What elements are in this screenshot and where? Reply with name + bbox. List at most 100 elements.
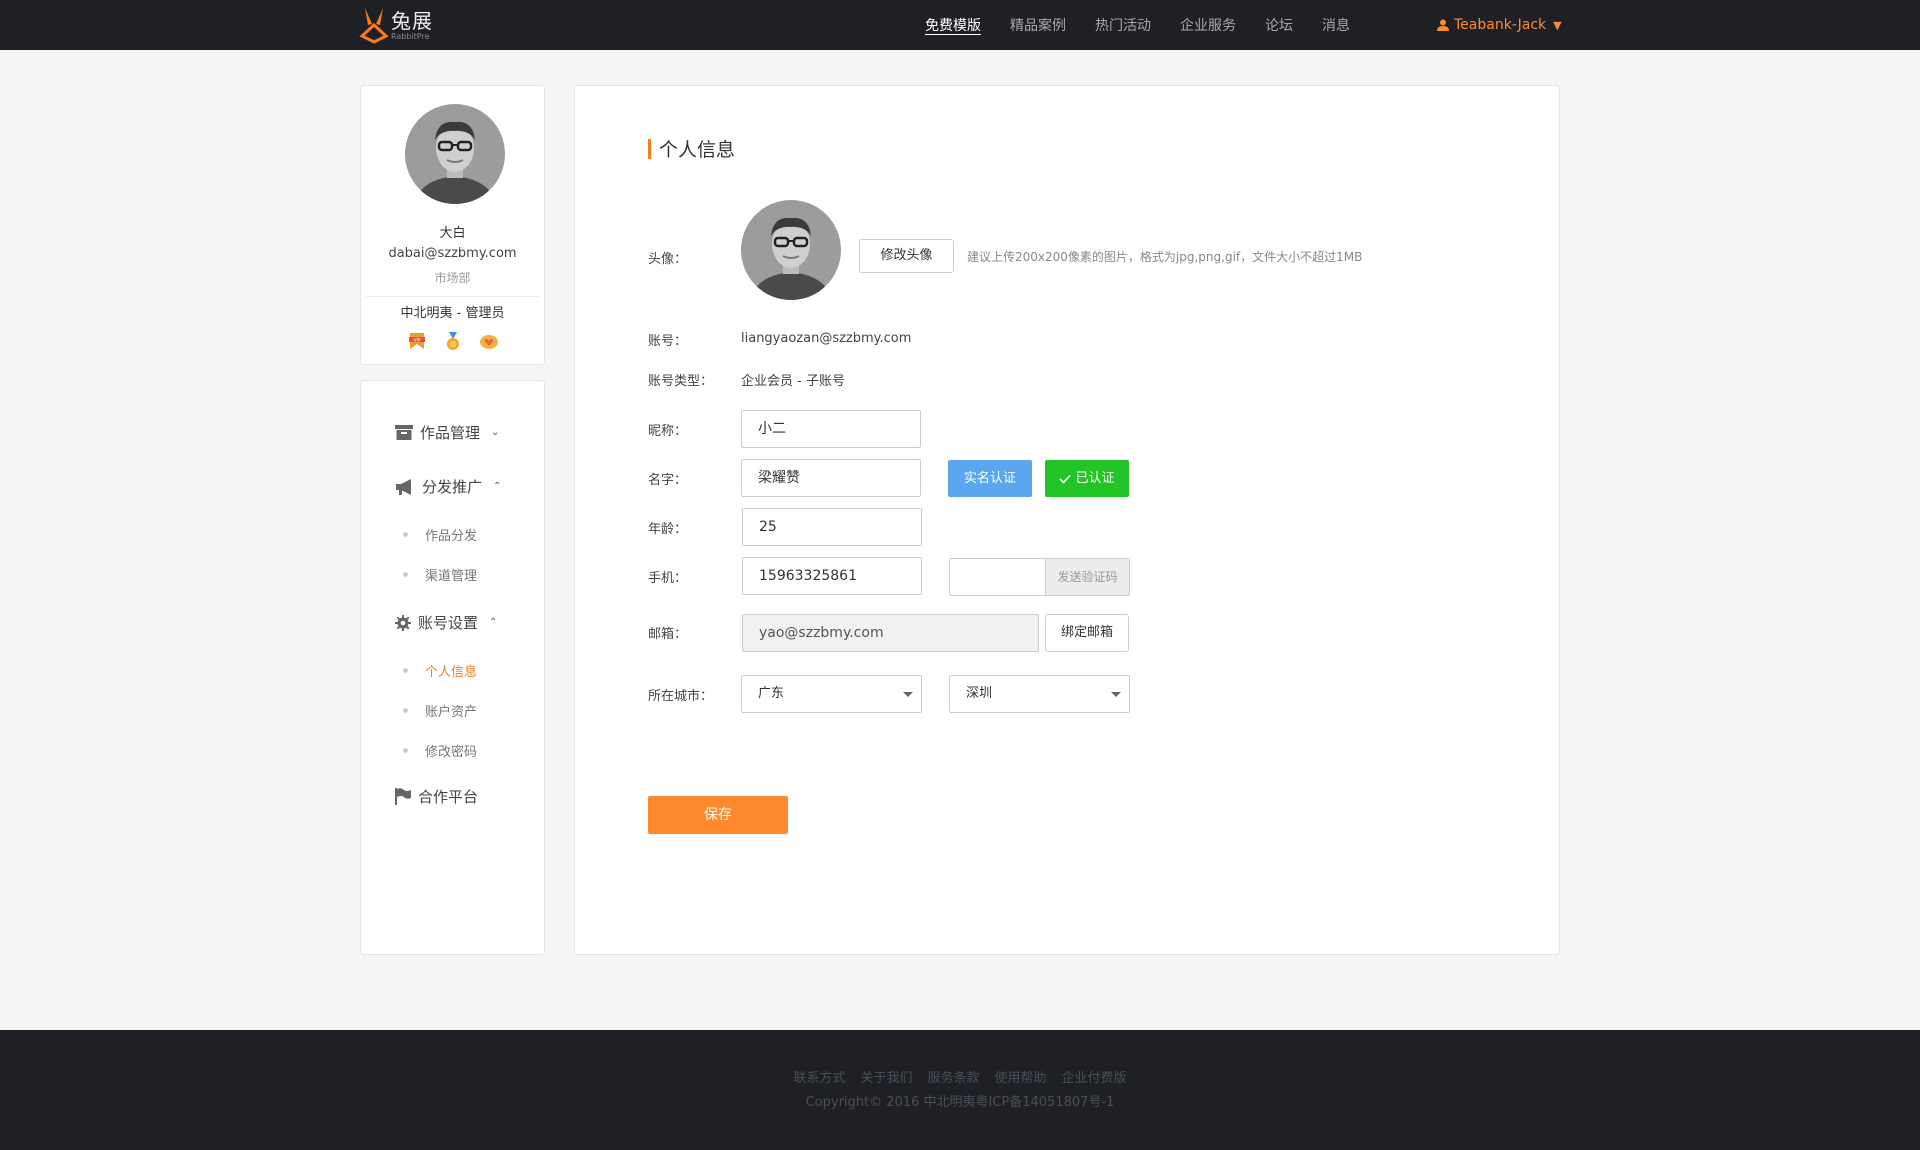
- profile-company-role: 中北明夷 - 管理员: [400, 306, 505, 321]
- nav-cases[interactable]: 精品案例: [1010, 15, 1066, 35]
- logo-text: 兔展: [391, 8, 433, 33]
- bullet-dot: [403, 668, 408, 673]
- name-input[interactable]: 梁耀赞: [741, 459, 921, 497]
- footer: 联系方式 关于我们 服务条款 使用帮助 企业付费版 Copyright© 201…: [0, 1030, 1920, 1150]
- nav-enterprise[interactable]: 企业服务: [1180, 15, 1236, 35]
- menu-item-label: 渠道管理: [425, 569, 478, 584]
- bullet-dot: [403, 708, 408, 713]
- nav-forum[interactable]: 论坛: [1265, 15, 1293, 35]
- badges: VIP: [361, 331, 544, 351]
- footer-link-about[interactable]: 关于我们: [860, 1067, 912, 1086]
- megaphone-icon: [396, 478, 411, 495]
- bullet-dot: [403, 572, 408, 577]
- divider: [366, 296, 539, 297]
- account-type-value: 企业会员 - 子账号: [741, 374, 845, 389]
- chevron-down-icon: ⌄: [491, 427, 500, 438]
- menu-promotion-label: 分发推广: [422, 478, 483, 496]
- footer-link-enterprise[interactable]: 企业付费版: [1062, 1067, 1127, 1086]
- personal-info-panel: 个人信息 头像： 修改头像 建议上传200x200像素的图片，格式为jpg,pn…: [574, 85, 1560, 955]
- send-code-button[interactable]: 发送验证码: [1045, 559, 1129, 595]
- name-label: 名字：: [648, 473, 688, 488]
- menu-partner-label: 合作平台: [418, 788, 479, 806]
- email-label: 邮箱：: [648, 627, 688, 642]
- menu-item-assets[interactable]: 账户资产: [403, 701, 477, 720]
- city-label: 所在城市：: [648, 689, 714, 704]
- footer-link-contact[interactable]: 联系方式: [793, 1067, 845, 1086]
- logo[interactable]: 兔展 RabbitPre: [359, 6, 433, 44]
- avatar-hint: 建议上传200x200像素的图片，格式为jpg,png,gif，文件大小不超过1…: [967, 250, 1363, 264]
- menu-account-label: 账号设置: [418, 614, 479, 632]
- menu-item-channels[interactable]: 渠道管理: [403, 565, 477, 584]
- footer-links: 联系方式 关于我们 服务条款 使用帮助 企业付费版: [0, 1067, 1920, 1086]
- verified-label: 已认证: [1075, 471, 1115, 486]
- heart-badge-icon[interactable]: [479, 331, 499, 351]
- verified-button[interactable]: 已认证: [1045, 460, 1129, 497]
- chevron-up-icon: ⌃: [493, 481, 502, 492]
- age-input[interactable]: 25: [742, 508, 922, 546]
- user-icon: [1437, 19, 1449, 31]
- menu-works[interactable]: 作品管理 ⌄: [395, 422, 499, 443]
- avatar-portrait-icon: [741, 200, 841, 300]
- sms-code-group: 发送验证码: [949, 558, 1130, 596]
- menu-item-label: 作品分发: [425, 529, 478, 544]
- nav-events[interactable]: 热门活动: [1095, 15, 1151, 35]
- sms-code-input[interactable]: [950, 559, 1045, 595]
- avatar-portrait-icon: [405, 104, 505, 204]
- real-name-auth-button[interactable]: 实名认证: [948, 460, 1032, 497]
- bullet-dot: [403, 748, 408, 753]
- side-menu: 作品管理 ⌄ 分发推广 ⌃ 作品分发 渠道管理 账号设置 ⌃ 个人信息 账户资产…: [360, 380, 545, 955]
- gear-icon: [395, 614, 411, 631]
- nav-messages[interactable]: 消息: [1322, 15, 1350, 35]
- chevron-up-icon: ⌃: [489, 617, 498, 628]
- menu-item-password[interactable]: 修改密码: [403, 741, 477, 760]
- page-title: 个人信息: [659, 139, 736, 161]
- menu-item-label: 修改密码: [425, 745, 478, 760]
- check-icon: [1059, 474, 1072, 484]
- rabbit-logo-icon: [359, 8, 389, 44]
- age-label: 年龄：: [648, 522, 688, 537]
- phone-label: 手机：: [648, 571, 688, 586]
- account-label: 账号：: [648, 334, 688, 349]
- menu-promotion[interactable]: 分发推广 ⌃: [395, 476, 501, 497]
- caret-down-icon: ▼: [1553, 18, 1562, 32]
- avatar: [405, 104, 505, 204]
- nav-free-templates[interactable]: 免费模版: [925, 15, 981, 35]
- menu-account[interactable]: 账号设置 ⌃: [395, 612, 497, 633]
- menu-item-personal-info[interactable]: 个人信息: [403, 661, 477, 680]
- svg-text:VIP: VIP: [413, 337, 420, 343]
- top-navbar: 兔展 RabbitPre 免费模版 精品案例 热门活动 企业服务 论坛 消息 T…: [0, 0, 1920, 50]
- account-value: liangyaozan@szzbmy.com: [741, 331, 912, 346]
- profile-department: 市场部: [434, 271, 471, 285]
- account-type-label: 账号类型：: [648, 374, 714, 389]
- menu-item-label: 个人信息: [425, 665, 478, 680]
- dropdown-arrow-icon: [903, 692, 913, 697]
- main-nav: 免费模版 精品案例 热门活动 企业服务 论坛 消息: [925, 0, 1379, 50]
- vip-badge-icon[interactable]: VIP: [407, 331, 427, 351]
- title-accent-bar: [648, 138, 651, 159]
- phone-input[interactable]: 15963325861: [742, 557, 922, 595]
- menu-partner[interactable]: 合作平台: [395, 786, 478, 807]
- profile-email: dabai@szzbmy.com: [388, 246, 517, 261]
- change-avatar-button[interactable]: 修改头像: [859, 239, 954, 273]
- username: Teabank-Jack: [1454, 17, 1547, 33]
- footer-link-terms[interactable]: 服务条款: [927, 1067, 979, 1086]
- city-select[interactable]: 深圳: [949, 675, 1130, 713]
- user-menu[interactable]: Teabank-Jack ▼: [1437, 0, 1562, 50]
- profile-card: 大白 dabai@szzbmy.com 市场部 中北明夷 - 管理员 VIP: [360, 85, 545, 365]
- avatar-preview: [741, 200, 841, 300]
- menu-item-distribute[interactable]: 作品分发: [403, 525, 477, 544]
- nickname-label: 昵称：: [648, 424, 688, 439]
- bind-email-button[interactable]: 绑定邮箱: [1045, 614, 1129, 652]
- province-select[interactable]: 广东: [741, 675, 922, 713]
- flag-icon: [395, 788, 411, 805]
- footer-link-help[interactable]: 使用帮助: [995, 1067, 1047, 1086]
- menu-works-label: 作品管理: [420, 424, 481, 442]
- save-button[interactable]: 保存: [648, 796, 788, 834]
- dropdown-arrow-icon: [1111, 692, 1121, 697]
- section-title: 个人信息: [648, 135, 735, 162]
- medal-badge-icon[interactable]: [443, 331, 463, 351]
- email-input[interactable]: yao@szzbmy.com: [742, 614, 1039, 652]
- nickname-input[interactable]: 小二: [741, 410, 921, 448]
- archive-icon: [395, 425, 413, 440]
- province-value: 广东: [758, 686, 785, 701]
